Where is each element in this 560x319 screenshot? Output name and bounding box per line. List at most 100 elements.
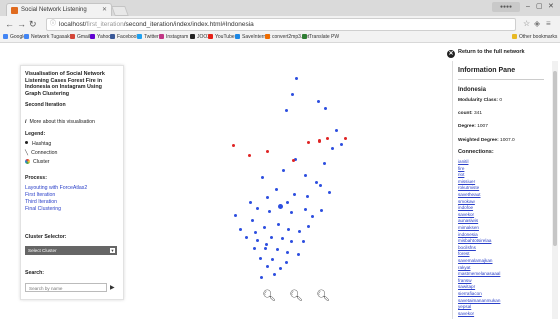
graph-node[interactable] [259, 257, 262, 260]
graph-node[interactable] [253, 247, 256, 250]
graph-node[interactable] [273, 273, 276, 276]
bookmark-item[interactable]: Facebook [110, 32, 139, 42]
graph-node[interactable] [335, 129, 338, 132]
graph-node[interactable] [326, 137, 329, 140]
browser-tab[interactable]: Social Network Listening ✕ [6, 3, 112, 17]
graph-node[interactable] [248, 154, 251, 157]
graph-node[interactable] [261, 176, 264, 179]
process-link-first-iteration[interactable]: First Iteration [25, 192, 55, 198]
graph-node[interactable] [293, 193, 296, 196]
connection-link[interactable]: riot [458, 172, 464, 177]
process-link-final-clustering[interactable]: Final Clustering [25, 206, 61, 212]
graph-node[interactable] [239, 228, 242, 231]
graph-node[interactable] [263, 226, 266, 229]
process-link-third-iteration[interactable]: Third Iteration [25, 199, 57, 205]
graph-node[interactable] [281, 237, 284, 240]
connection-link[interactable]: sawitapr [458, 284, 475, 289]
forward-arrow-icon[interactable]: → [17, 18, 26, 30]
graph-node[interactable] [317, 100, 320, 103]
extension-icon[interactable]: ◈ [534, 19, 540, 29]
graph-node[interactable] [315, 181, 318, 184]
connection-link[interactable]: indonesia [458, 232, 478, 237]
connection-link[interactable]: yepsal [458, 304, 471, 309]
connection-link[interactable]: missiuer [458, 179, 475, 184]
graph-node[interactable] [260, 276, 263, 279]
back-arrow-icon[interactable]: ← [5, 18, 14, 30]
profile-button[interactable]: ●●●● [492, 2, 520, 12]
return-to-full-network-button[interactable]: ✕ Return to the full network [447, 49, 525, 58]
graph-node[interactable] [324, 107, 327, 110]
connection-link[interactable]: savetheaut [458, 192, 480, 197]
graph-node[interactable] [256, 207, 259, 210]
connection-link[interactable]: savekor [458, 212, 474, 217]
graph-node[interactable] [304, 174, 307, 177]
graph-node[interactable] [328, 191, 331, 194]
info-pane-scrollbar[interactable] [552, 61, 558, 319]
connection-link[interactable]: fire [458, 166, 464, 171]
graph-node[interactable] [307, 225, 310, 228]
zoom-out-icon[interactable]: 🔍︎ [289, 289, 303, 303]
more-about-link[interactable]: i More about this visualisation [25, 119, 95, 125]
connection-link[interactable]: bocilsfns [458, 245, 476, 250]
graph-node[interactable] [265, 243, 268, 246]
graph-node[interactable] [286, 251, 289, 254]
graph-node[interactable] [268, 210, 271, 213]
connection-link[interactable]: aunasiwis [458, 218, 478, 223]
connection-link[interactable]: misbahtotsirelaa [458, 238, 491, 243]
graph-node[interactable] [304, 208, 307, 211]
bookmark-item[interactable]: Translate PW [302, 32, 339, 42]
graph-node[interactable] [251, 219, 254, 222]
graph-node[interactable] [340, 143, 343, 146]
connection-link[interactable]: forest [458, 251, 470, 256]
graph-node[interactable] [286, 201, 289, 204]
zoom-in-icon[interactable]: 🔍︎ [262, 289, 276, 303]
graph-node[interactable] [266, 265, 269, 268]
bookmark-item[interactable]: YouTube [208, 32, 235, 42]
reload-icon[interactable]: ↻ [29, 18, 37, 30]
graph-node[interactable] [344, 137, 347, 140]
graph-node[interactable] [318, 140, 321, 143]
graph-node[interactable] [320, 209, 323, 212]
connection-link[interactable]: fransw [458, 278, 472, 283]
connection-link[interactable]: indofoe [458, 205, 473, 210]
zoom-reset-icon[interactable]: 🔍︎ [316, 289, 330, 303]
graph-node[interactable] [285, 261, 288, 264]
graph-node[interactable] [275, 188, 278, 191]
graph-node[interactable] [254, 231, 257, 234]
connection-link[interactable]: mastmemelanasaaal [458, 271, 500, 276]
graph-node[interactable] [323, 162, 326, 165]
graph-node[interactable] [302, 240, 305, 243]
graph-node[interactable] [232, 144, 235, 147]
minimize-icon[interactable]: – [526, 2, 530, 12]
url-field[interactable]: ⓘ localhost/first_iteration/second_itera… [46, 18, 516, 31]
connection-link[interactable]: savekor [458, 311, 474, 316]
star-bookmark-icon[interactable]: ☆ [523, 19, 530, 29]
graph-node[interactable] [319, 184, 322, 187]
graph-node[interactable] [311, 215, 314, 218]
graph-node[interactable] [266, 150, 269, 153]
graph-node[interactable] [290, 211, 293, 214]
graph-node[interactable] [266, 196, 269, 199]
graph-node[interactable] [287, 228, 290, 231]
graph-node[interactable] [295, 77, 298, 80]
connection-link[interactable]: savetaimananmukan [458, 298, 500, 303]
graph-node[interactable] [271, 258, 274, 261]
search-input[interactable]: Search by name [25, 283, 107, 292]
graph-node[interactable] [306, 195, 309, 198]
page-info-icon[interactable]: ⓘ [50, 19, 56, 30]
graph-node[interactable] [282, 169, 285, 172]
graph-node[interactable] [297, 253, 300, 256]
other-bookmarks[interactable]: Other bookmarks [512, 32, 557, 42]
connection-link[interactable]: smokaw [458, 199, 475, 204]
connection-link[interactable]: mimaksen [458, 225, 479, 230]
connection-link[interactable]: sierrafiacon [458, 291, 482, 296]
graph-node[interactable] [285, 109, 288, 112]
maximize-icon[interactable]: ▢ [536, 2, 543, 12]
graph-node[interactable] [234, 214, 237, 217]
graph-node[interactable] [277, 223, 280, 226]
connection-link[interactable]: ianitil [458, 159, 468, 164]
graph-node[interactable] [264, 247, 267, 250]
scrollbar-thumb[interactable] [553, 71, 557, 246]
graph-node[interactable] [291, 93, 294, 96]
cluster-select[interactable]: Select Cluster ▼ [25, 246, 117, 255]
